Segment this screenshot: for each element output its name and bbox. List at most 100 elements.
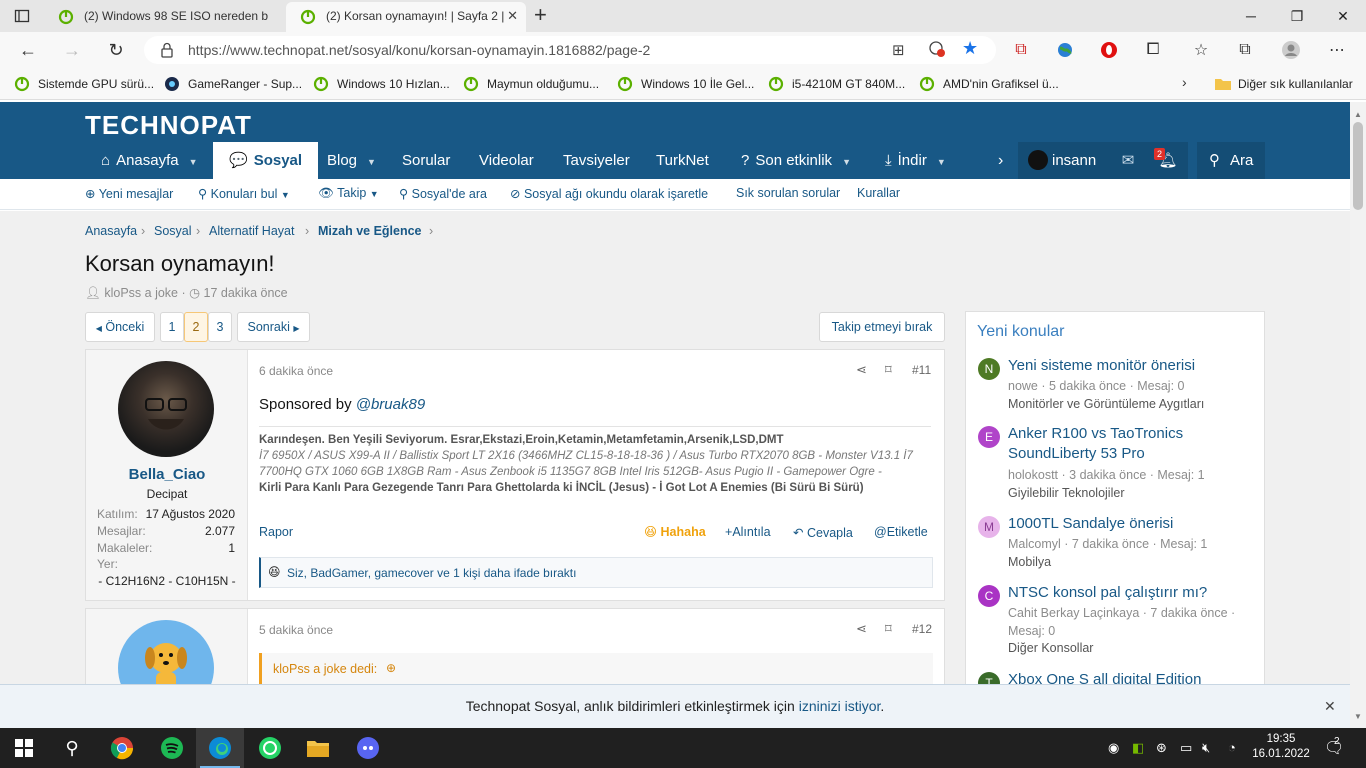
thread-forum-link[interactable]: Monitörler ve Görüntüleme Aygıtları xyxy=(1008,397,1204,411)
breadcrumb-anasayfa[interactable]: Anasayfa xyxy=(85,224,137,238)
restore-icon[interactable]: ❐ xyxy=(1274,0,1320,32)
user-menu[interactable]: insann xyxy=(1018,142,1108,179)
next-page-button[interactable]: Sonraki ▶ xyxy=(237,312,310,342)
scrollbar-thumb[interactable] xyxy=(1353,122,1363,210)
subnav-yeni-mesajlar[interactable]: ⊕ Yeni mesajlar xyxy=(85,186,173,201)
chevron-down-icon[interactable]: ▼ xyxy=(842,144,851,181)
nav-blog[interactable]: Blog ▼ xyxy=(327,142,376,179)
action-center-icon[interactable]: 🗨︎ 2 xyxy=(1324,736,1344,758)
bookmark-icon[interactable]: ⌑ xyxy=(885,362,892,378)
quote-button[interactable]: +Alıntıla xyxy=(725,525,771,539)
sidebar-thread-item[interactable]: M 1000TL Sandalye önerisi Malcomyl · 7 d… xyxy=(976,514,1261,574)
whatsapp-icon[interactable] xyxy=(246,728,294,768)
subnav-sss[interactable]: Sık sorulan sorular xyxy=(736,186,840,200)
tag-button[interactable]: @Etiketle xyxy=(874,525,928,539)
notification-permission-link[interactable]: izninizi istiyor xyxy=(799,698,881,714)
post-number[interactable]: #12 xyxy=(912,622,932,636)
opera-extension-icon[interactable] xyxy=(1098,40,1120,60)
discord-icon[interactable] xyxy=(344,728,392,768)
reaction-button[interactable]: 😆 Hahaha xyxy=(644,524,706,539)
sidebar-thread-item[interactable]: N Yeni sisteme monitör önerisi nowe · 5 … xyxy=(976,356,1261,422)
forward-icon[interactable]: → xyxy=(54,32,90,68)
share-icon[interactable]: ⋖ xyxy=(856,362,867,378)
lock-icon[interactable] xyxy=(160,42,174,58)
thread-title-link[interactable]: 1000TL Sandalye önerisi xyxy=(1008,514,1258,534)
settings-more-icon[interactable]: ⋯ xyxy=(1326,40,1348,60)
mention-link[interactable]: @bruak89 xyxy=(356,396,425,413)
reply-button[interactable]: ↶ Cevapla xyxy=(793,525,853,540)
thread-title-link[interactable]: NTSC konsol pal çalıştırır mı? xyxy=(1008,583,1258,603)
thread-forum-link[interactable]: Mobilya xyxy=(1008,555,1051,569)
scroll-up-icon[interactable]: ▲ xyxy=(1354,110,1362,119)
address-box[interactable]: https://www.technopat.net/sosyal/konu/ko… xyxy=(144,36,996,64)
post-time[interactable]: 6 dakika önce xyxy=(259,364,333,378)
prev-page-button[interactable]: ◀ Önceki xyxy=(85,312,155,342)
scroll-down-icon[interactable]: ▼ xyxy=(1354,712,1362,721)
edge-icon[interactable] xyxy=(196,728,244,768)
nav-turknet[interactable]: TurkNet xyxy=(656,142,709,179)
arrow-up-circle-icon[interactable]: ⊕ xyxy=(386,661,396,675)
thread-title-link[interactable]: Yeni sisteme monitör önerisi xyxy=(1008,356,1258,376)
tab-actions-icon[interactable] xyxy=(14,8,30,24)
windows-start-icon[interactable] xyxy=(0,728,48,768)
unwatch-button[interactable]: Takip etmeyi bırak xyxy=(819,312,945,342)
close-icon[interactable]: ✕ xyxy=(1324,685,1336,728)
spotify-icon[interactable] xyxy=(148,728,196,768)
nav-son-etkinlik[interactable]: ? Son etkinlik ▼ xyxy=(741,142,851,179)
nav-anasayfa[interactable]: ⌂ Anasayfa ▼ xyxy=(101,142,198,179)
page-2-button[interactable]: 2 xyxy=(184,312,208,342)
subnav-takip[interactable]: 👁︎ Takip ▼ xyxy=(318,186,379,201)
steam-tray-icon[interactable]: ⊛ xyxy=(1156,740,1167,756)
favorites-list-icon[interactable]: ☆ xyxy=(1190,40,1212,60)
sidebar-thread-item[interactable]: E Anker R100 vs TaoTronics SoundLiberty … xyxy=(976,424,1261,504)
bookmark-icon[interactable]: ⌑ xyxy=(885,621,892,637)
technopat-logo[interactable]: TECHNOPAT xyxy=(85,110,252,141)
subnav-mark-read[interactable]: ⊘ Sosyal ağı okundu olarak işaretle xyxy=(510,186,708,201)
new-tab-icon[interactable]: + xyxy=(534,4,547,26)
refresh-icon[interactable]: ↻ xyxy=(98,32,134,68)
post-time[interactable]: 5 dakika önce xyxy=(259,623,333,637)
reactions-text[interactable]: Siz, BadGamer, gamecover ve 1 kişi daha … xyxy=(287,566,576,580)
subnav-kurallar[interactable]: Kurallar xyxy=(857,186,900,200)
file-explorer-icon[interactable] xyxy=(294,728,342,768)
subnav-sosyalde-ara[interactable]: ⚲ Sosyal'de ara xyxy=(399,186,487,201)
chevron-down-icon[interactable]: ▼ xyxy=(937,144,946,181)
thread-forum-link[interactable]: Giyilebilir Teknolojiler xyxy=(1008,486,1124,500)
nav-sorular[interactable]: Sorular xyxy=(402,142,450,179)
share-icon[interactable]: ⋖ xyxy=(856,621,867,637)
inbox-icon[interactable]: ✉ xyxy=(1108,142,1148,179)
nav-sosyal[interactable]: 💬 Sosyal xyxy=(213,142,319,179)
collections-icon[interactable]: ⧉ xyxy=(1234,40,1256,60)
nav-tavsiyeler[interactable]: Tavsiyeler xyxy=(563,142,630,179)
app-available-icon[interactable]: ⊞ xyxy=(892,41,905,59)
search-icon[interactable]: ⚲ xyxy=(48,728,96,768)
avatar[interactable] xyxy=(118,361,214,457)
volume-muted-icon[interactable]: 🔇︎ xyxy=(1202,740,1210,756)
thread-time[interactable]: 17 dakika önce xyxy=(204,286,288,300)
close-tab-icon[interactable]: ✕ xyxy=(507,2,518,30)
chrome-icon[interactable] xyxy=(98,728,146,768)
breadcrumb-alternatif-hayat[interactable]: Alternatif Hayat xyxy=(209,224,294,238)
close-window-icon[interactable]: ✕ xyxy=(1320,0,1366,32)
extension-pdf-icon[interactable]: ⧉ xyxy=(1010,40,1032,60)
chevron-right-icon[interactable]: › xyxy=(1182,74,1187,90)
post-number[interactable]: #11 xyxy=(912,363,931,377)
breadcrumb-sosyal[interactable]: Sosyal xyxy=(154,224,192,238)
favorite-star-icon[interactable]: ★ xyxy=(962,38,978,59)
breadcrumb-mizah[interactable]: Mizah ve Eğlence xyxy=(318,224,422,238)
nav-scroll-right-icon[interactable]: › xyxy=(998,142,1003,179)
report-link[interactable]: Rapor xyxy=(259,525,293,539)
post-username[interactable]: Bella_Ciao xyxy=(86,466,248,483)
chevron-down-icon[interactable]: ▼ xyxy=(367,144,376,181)
thread-title-link[interactable]: Anker R100 vs TaoTronics SoundLiberty 53… xyxy=(1008,424,1258,464)
clock[interactable]: 19:35 16.01.2022 xyxy=(1252,732,1310,762)
thread-forum-link[interactable]: Diğer Konsollar xyxy=(1008,641,1093,655)
quote-author[interactable]: kloPss a joke dedi: xyxy=(273,662,377,676)
nav-indir[interactable]: ⤓ İndir ▼ xyxy=(885,142,946,179)
page-3-button[interactable]: 3 xyxy=(208,312,232,342)
battery-icon[interactable]: ▭ xyxy=(1180,740,1192,756)
page-scrollbar[interactable]: ▲ ▼ xyxy=(1350,102,1366,728)
reactions-bar[interactable]: 😆 Siz, BadGamer, gamecover ve 1 kişi dah… xyxy=(259,557,933,588)
discord-tray-icon[interactable]: ◉ xyxy=(1108,740,1119,756)
bell-icon[interactable]: 🔔︎ 2 xyxy=(1148,142,1188,179)
